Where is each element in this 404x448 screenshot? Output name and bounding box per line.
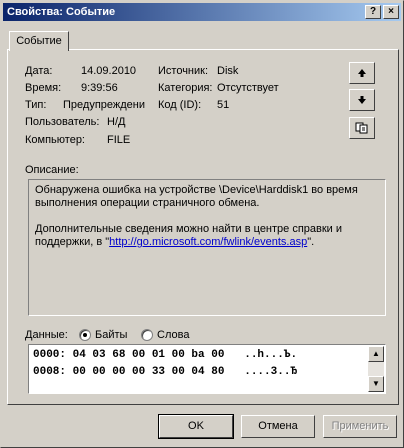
description-box[interactable]: Обнаружена ошибка на устройстве \Device\… (28, 179, 386, 316)
user-label: Пользователь: (25, 116, 100, 128)
description-paragraph-1: Обнаружена ошибка на устройстве \Device\… (35, 184, 358, 209)
words-radio[interactable] (141, 329, 153, 341)
computer-value: FILE (107, 134, 131, 146)
copy-icon (355, 122, 368, 134)
scroll-up-arrow-icon[interactable]: ▲ (368, 346, 384, 362)
type-label: Тип: (25, 99, 47, 111)
type-value: Предупреждени (63, 99, 146, 111)
apply-button[interactable]: Применить (323, 415, 397, 438)
bytes-radio[interactable] (79, 329, 91, 341)
ok-button[interactable]: OK (158, 414, 234, 439)
time-label: Время: (25, 82, 62, 94)
scrollbar[interactable]: ▲ ▼ (368, 346, 384, 392)
category-label: Категория: (158, 82, 213, 94)
source-value: Disk (217, 65, 239, 77)
category-value: Отсутствует (217, 82, 279, 94)
code-label: Код (ID): (158, 99, 202, 111)
time-value: 9:39:56 (81, 82, 118, 94)
data-label: Данные: (25, 329, 68, 341)
copy-button[interactable] (349, 117, 375, 139)
description-paragraph-2: Дополнительные сведения можно найти в це… (35, 223, 379, 249)
help-button[interactable]: ? (365, 5, 381, 19)
event-properties-window: Свойства: Событие ? × Событие Дата: 14.0… (0, 0, 404, 448)
data-hex-view[interactable]: 0000: 04 03 68 00 01 00 ba 00 ..h...Ъ. 0… (28, 344, 386, 394)
date-value: 14.09.2010 (81, 65, 137, 77)
previous-event-button[interactable] (349, 62, 375, 84)
arrow-up-icon (358, 69, 366, 77)
tab-event[interactable]: Событие (9, 31, 69, 51)
window-title: Свойства: Событие (7, 6, 116, 18)
computer-label: Компьютер: (25, 134, 85, 146)
code-value: 51 (217, 99, 230, 111)
user-value: Н/Д (107, 116, 126, 128)
arrow-down-icon (358, 96, 366, 104)
words-label: Слова (157, 329, 190, 341)
scroll-down-arrow-icon[interactable]: ▼ (368, 376, 384, 392)
next-event-button[interactable] (349, 89, 375, 111)
date-label: Дата: (25, 65, 53, 77)
title-bar: Свойства: Событие (3, 3, 401, 21)
close-button[interactable]: × (383, 5, 399, 19)
help-link[interactable]: http://go.microsoft.com/fwlink/events.as… (109, 236, 307, 248)
source-label: Источник: (158, 65, 209, 77)
hex-line: 0000: 04 03 68 00 01 00 ba 00 ..h...Ъ. (33, 349, 298, 361)
hex-line: 0008: 00 00 00 00 33 00 04 80 ....3..Ђ (33, 366, 298, 378)
description-suffix: ". (307, 236, 315, 248)
cancel-button[interactable]: Отмена (241, 415, 315, 438)
description-label: Описание: (25, 164, 79, 176)
bytes-label: Байты (95, 329, 128, 341)
